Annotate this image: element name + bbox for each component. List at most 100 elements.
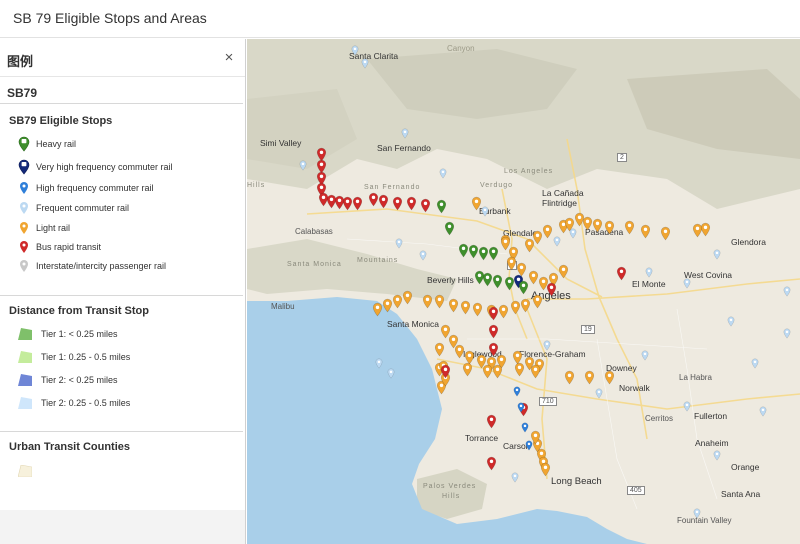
map-pin-icon[interactable] [558, 264, 569, 279]
map-pin-icon[interactable] [486, 456, 497, 471]
map-view[interactable]: Santa Clarita Canyon Simi Valley San Fer… [247, 39, 800, 544]
map-pin-icon[interactable] [481, 206, 489, 217]
map-pin-icon[interactable] [395, 238, 403, 249]
county-swatch [18, 465, 32, 477]
map-pin-icon[interactable] [361, 58, 369, 69]
map-pin-icon[interactable] [713, 450, 721, 461]
legend-label: Bus rapid transit [36, 242, 102, 252]
legend-label: Tier 2: 0.25 - 0.5 miles [41, 398, 131, 408]
map-pin-icon[interactable] [645, 267, 653, 278]
map-pin-icon[interactable] [488, 324, 499, 339]
map-pin-icon[interactable] [543, 340, 551, 351]
map-pin-icon[interactable] [783, 328, 791, 339]
map-pin-icon[interactable] [540, 462, 551, 477]
map-pin-icon[interactable] [532, 294, 543, 309]
map-pin-icon[interactable] [378, 194, 389, 209]
map-pin-icon[interactable] [640, 224, 651, 239]
map-pin-icon[interactable] [641, 350, 649, 361]
tier-swatch [18, 328, 32, 340]
highway-shield: 2 [617, 153, 627, 162]
map-pin-icon[interactable] [660, 226, 671, 241]
map-pin-icon[interactable] [392, 196, 403, 211]
legend-header: 图例 × [0, 39, 245, 77]
map-pin-icon[interactable] [592, 218, 603, 233]
divider [0, 431, 243, 432]
map-pin-icon[interactable] [683, 278, 691, 289]
map-pin-icon[interactable] [488, 306, 499, 321]
map-pin-icon[interactable] [498, 304, 509, 319]
map-pin-icon[interactable] [521, 422, 529, 433]
map-pin-icon[interactable] [514, 362, 525, 377]
map-pin-icon[interactable] [683, 401, 691, 412]
map-pin-icon[interactable] [387, 368, 395, 379]
map-pin-icon[interactable] [516, 262, 527, 277]
map-pin-icon[interactable] [616, 266, 627, 281]
highway-shield: 19 [581, 325, 595, 334]
map-pin-icon[interactable] [624, 220, 635, 235]
map-pin-icon[interactable] [584, 370, 595, 385]
map-pin-icon[interactable] [471, 196, 482, 211]
map-pin-icon[interactable] [488, 246, 499, 261]
map-pin-icon[interactable] [299, 160, 307, 171]
map-pin-icon[interactable] [444, 221, 455, 236]
map-pin-icon[interactable] [569, 228, 577, 239]
map-pin-icon[interactable] [500, 236, 511, 251]
map-pin-icon[interactable] [727, 316, 735, 327]
map-label: West Covina [684, 270, 733, 280]
map-pin-icon[interactable] [525, 440, 533, 451]
map-pin-icon[interactable] [492, 364, 503, 379]
map-pin-icon[interactable] [546, 282, 557, 297]
map-pin-icon[interactable] [352, 196, 363, 211]
map-label: Santa Monica [287, 261, 342, 268]
map-pin-icon[interactable] [434, 342, 445, 357]
map-pin-icon [18, 200, 30, 216]
legend-item-intercity-rail: Interstate/intercity passenger rail [18, 258, 166, 274]
map-pin-icon[interactable] [604, 220, 615, 235]
map-pin-icon[interactable] [504, 276, 515, 291]
map-pin-icon[interactable] [401, 128, 409, 139]
map-pin-icon[interactable] [419, 250, 427, 261]
map-pin-icon[interactable] [402, 290, 413, 305]
map-pin-icon[interactable] [420, 198, 431, 213]
map-pin-icon[interactable] [700, 222, 711, 237]
map-pin-icon[interactable] [604, 370, 615, 385]
map-pin-icon[interactable] [693, 508, 701, 519]
map-pin-icon[interactable] [542, 224, 553, 239]
map-label: San Fernando [377, 143, 431, 153]
map-label: Simi Valley [260, 138, 302, 148]
map-pin-icon[interactable] [434, 294, 445, 309]
legend-item-bus-rapid-transit: Bus rapid transit [18, 239, 101, 255]
map-pin-icon[interactable] [460, 300, 471, 315]
legend-item-tier2-outer: Tier 2: 0.25 - 0.5 miles [18, 395, 130, 411]
map-pin-icon[interactable] [517, 402, 525, 413]
map-pin-icon[interactable] [492, 274, 503, 289]
map-pin-icon[interactable] [488, 342, 499, 357]
map-pin-icon[interactable] [595, 388, 603, 399]
map-pin-icon[interactable] [751, 358, 759, 369]
tier-swatch [18, 351, 32, 363]
map-pin-icon[interactable] [564, 370, 575, 385]
map-pin-icon[interactable] [462, 362, 473, 377]
map-pin-icon[interactable] [713, 249, 721, 260]
map-pin-icon[interactable] [553, 236, 561, 247]
map-pin-icon[interactable] [513, 386, 521, 397]
map-pin-icon[interactable] [530, 364, 541, 379]
map-pin-icon[interactable] [448, 298, 459, 313]
map-pin-icon[interactable] [486, 414, 497, 429]
map-pin-icon[interactable] [351, 45, 359, 56]
map-pin-icon[interactable] [406, 196, 417, 211]
map-pin-icon[interactable] [440, 364, 451, 379]
close-icon[interactable]: × [222, 49, 236, 66]
map-pin-icon[interactable] [422, 294, 433, 309]
map-pin-icon[interactable] [472, 302, 483, 317]
map-pin-icon[interactable] [783, 286, 791, 297]
map-pin-icon[interactable] [759, 406, 767, 417]
map-pin-icon[interactable] [511, 472, 519, 483]
map-pin-icon[interactable] [436, 199, 447, 214]
map-pin-icon[interactable] [520, 298, 531, 313]
map-pin-icon[interactable] [375, 358, 383, 369]
map-pin-icon[interactable] [439, 168, 447, 179]
map-label: Long Beach [551, 476, 602, 487]
map-pin-icon [18, 220, 30, 236]
legend-item-frequent-commuter-rail: Frequent commuter rail [18, 200, 129, 216]
